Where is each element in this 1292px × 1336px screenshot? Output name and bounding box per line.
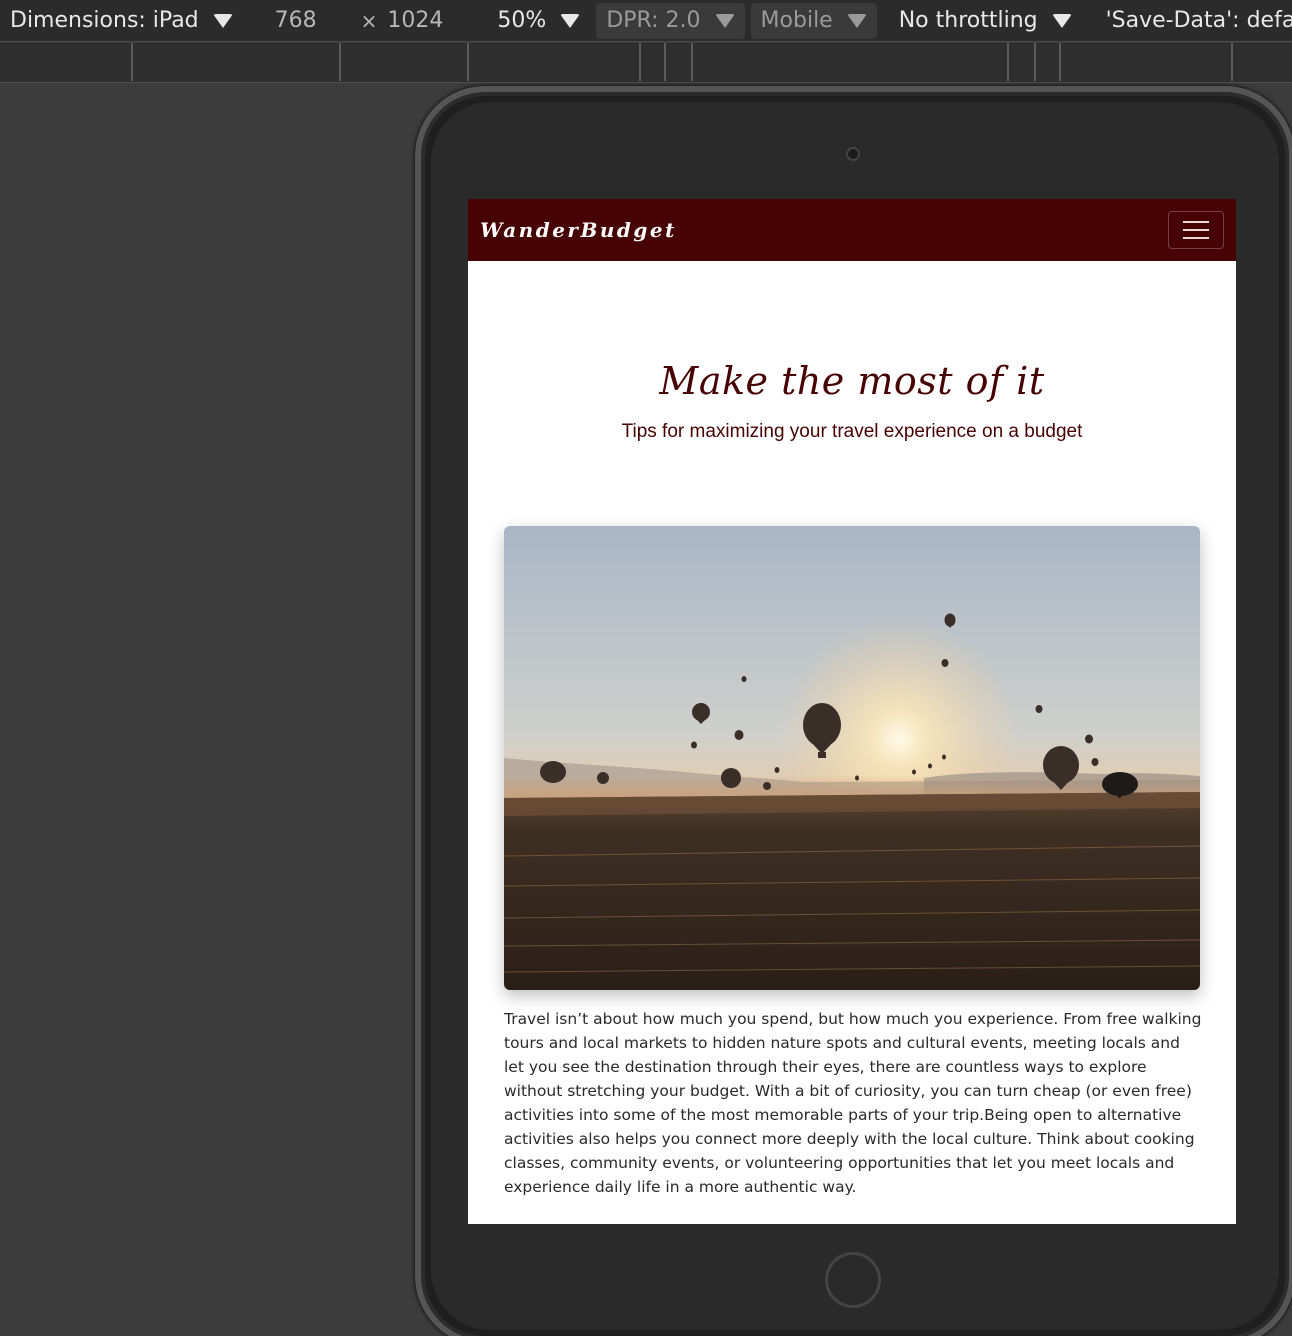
ruler-tick	[664, 43, 666, 81]
times-icon: ×	[360, 8, 378, 33]
media-query-ruler[interactable]	[0, 43, 1292, 83]
ruler-tick	[1034, 43, 1036, 81]
ruler-tick	[131, 43, 133, 81]
dimensions-dropdown[interactable]: Dimensions: iPad	[0, 3, 243, 39]
device-type-label: Mobile	[760, 8, 833, 33]
height-input[interactable]: 1024	[383, 8, 453, 33]
navbar: WanderBudget	[468, 199, 1236, 261]
balloons-image	[504, 526, 1200, 990]
throttling-label: No throttling	[898, 8, 1038, 33]
camera-icon	[846, 147, 860, 161]
width-input[interactable]: 768	[265, 8, 327, 33]
page-subtitle: Tips for maximizing your travel experien…	[621, 421, 1083, 442]
hot-air-balloons-photo	[504, 526, 1200, 990]
ruler-tick	[467, 43, 469, 81]
ruler-tick	[639, 43, 641, 81]
throttling-dropdown[interactable]: No throttling	[889, 3, 1082, 39]
menu-toggle-button[interactable]	[1168, 211, 1224, 249]
hamburger-icon	[1183, 237, 1209, 239]
page-viewport: WanderBudget Make the most of it Tips fo…	[468, 199, 1236, 1224]
zoom-label: 50%	[497, 8, 547, 33]
page-title: Make the most of it	[659, 359, 1045, 403]
ruler-tick	[339, 43, 341, 81]
ruler-tick	[1007, 43, 1009, 81]
home-button	[825, 1252, 881, 1308]
dimensions-label: Dimensions: iPad	[10, 8, 199, 33]
chevron-down-icon	[212, 13, 233, 28]
brand-logo[interactable]: WanderBudget	[480, 218, 677, 242]
zoom-dropdown[interactable]: 50%	[487, 3, 590, 39]
body-paragraph: Travel isn’t about how much you spend, b…	[504, 1010, 1202, 1196]
dpr-label: DPR: 2.0	[606, 8, 701, 33]
hamburger-icon	[1183, 229, 1209, 231]
ruler-tick	[1059, 43, 1061, 81]
chevron-down-icon	[560, 13, 581, 28]
save-data-label: 'Save-Data': default	[1105, 8, 1292, 33]
chevron-down-icon	[846, 13, 867, 28]
hamburger-icon	[1183, 221, 1209, 223]
chevron-down-icon	[714, 13, 735, 28]
devtools-device-toolbar: Dimensions: iPad 768 × 1024 50% DPR: 2.0…	[0, 0, 1292, 42]
dpr-dropdown[interactable]: DPR: 2.0	[596, 2, 745, 39]
chevron-down-icon	[1051, 13, 1072, 28]
save-data-dropdown[interactable]: 'Save-Data': default	[1096, 3, 1292, 39]
device-type-dropdown[interactable]: Mobile	[750, 2, 877, 39]
ruler-tick	[691, 43, 693, 81]
ruler-tick	[1231, 43, 1233, 81]
hero-section: Make the most of it Tips for maximizing …	[468, 261, 1236, 443]
